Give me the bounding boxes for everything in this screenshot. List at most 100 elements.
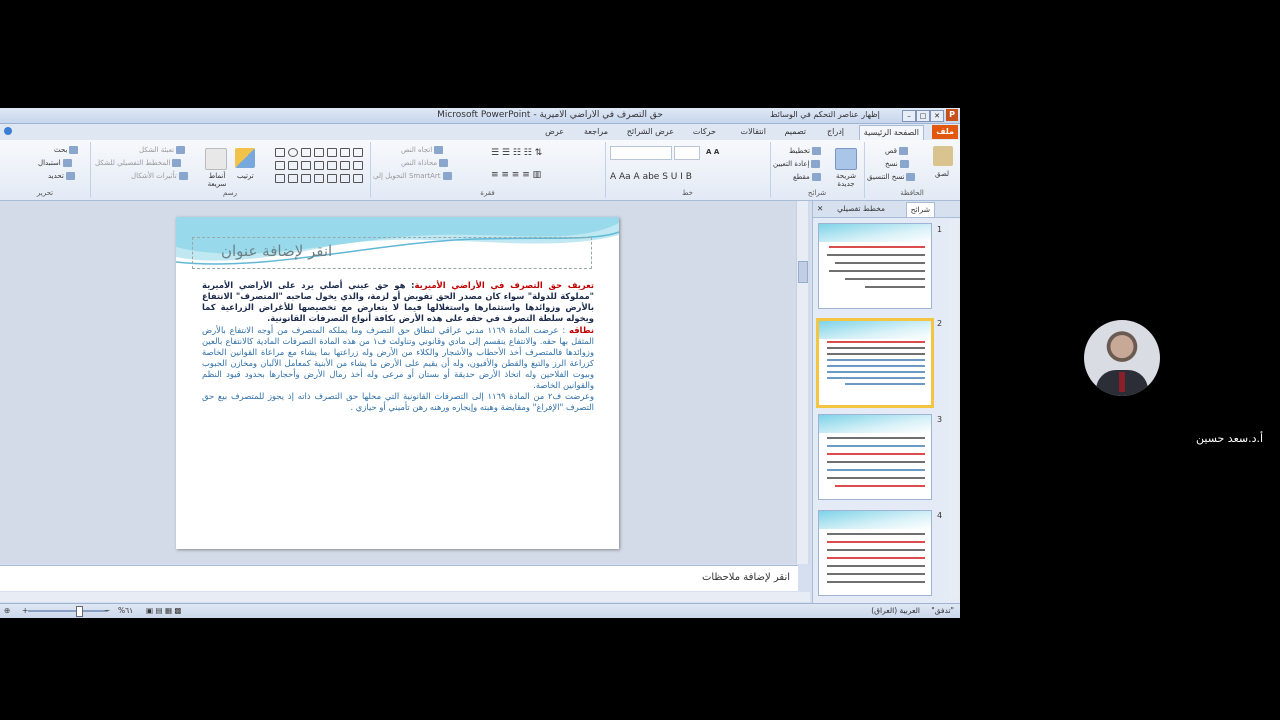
close-icon[interactable]: ✕ [930, 110, 944, 122]
language-indicator[interactable]: العربية (العراق) [871, 606, 920, 615]
tab-home[interactable]: الصفحة الرئيسية [858, 125, 924, 140]
drawing-label: رسم [223, 189, 237, 197]
thumb-number-2: 2 [937, 319, 943, 328]
zoom-slider[interactable] [28, 606, 108, 617]
align-text-button[interactable]: محاذاة النص [401, 159, 449, 167]
paragraph-definition: تعريف حق التصرف في الأراضي الأميرية: هو … [202, 280, 594, 324]
zoom-in-icon[interactable]: + [22, 606, 28, 615]
scope-heading: نطاقه [568, 325, 594, 335]
tab-insert[interactable]: إدراج [823, 125, 848, 139]
maximize-icon[interactable]: □ [916, 110, 930, 122]
title-placeholder[interactable]: انقر لإضافة عنوان [192, 237, 592, 269]
tab-transitions[interactable]: انتقالات [737, 125, 770, 139]
smartart-button[interactable]: التحويل إلى SmartArt [373, 172, 452, 180]
font-format-buttons[interactable]: A Aa A abe S U I B [610, 172, 692, 182]
select-button[interactable]: تحديد [48, 172, 75, 180]
smartart-label: التحويل إلى SmartArt [373, 172, 441, 180]
clipboard-group: لصق قص نسخ نسخ التنسيق الحافظة [864, 142, 959, 198]
text-direction-button[interactable]: اتجاه النص [401, 146, 444, 154]
tab-slides-panel[interactable]: شرائح [905, 202, 935, 217]
replace-label: استبدال [38, 159, 61, 167]
font-group: A A A Aa A abe S U I B خط [605, 142, 769, 198]
tab-outline-panel[interactable]: مخطط تفصيلي [837, 204, 885, 213]
tab-review[interactable]: مراجعة [580, 125, 612, 139]
scroll-thumb[interactable] [798, 261, 808, 283]
slide-thumbnail-3[interactable] [818, 414, 932, 500]
fill-icon [176, 146, 186, 154]
presenter-video [1084, 320, 1160, 396]
tab-animations[interactable]: حركات [689, 125, 720, 139]
effects-icon [178, 172, 188, 180]
shape-outline-button[interactable]: المخطط التفصيلي للشكل [95, 159, 182, 167]
grow-font-icon[interactable]: A A [706, 148, 719, 156]
align-buttons[interactable]: ≡ ≡ ≡ ≡ ▥ [491, 170, 541, 180]
scope-text: : عرضت المادة ١١٦٩ مدني عراقي لنطاق حق ا… [202, 325, 594, 390]
cut-button[interactable]: قص [885, 147, 908, 155]
copy-icon [899, 160, 909, 168]
select-label: تحديد [48, 172, 64, 180]
speaker-name: أ.د.سعد حسين [1196, 432, 1264, 445]
tab-slideshow[interactable]: عرض الشرائح [623, 125, 678, 139]
paste-icon[interactable] [933, 146, 953, 166]
tab-design[interactable]: تصميم [780, 125, 810, 139]
quick-styles-button[interactable]: أنماط سريعة [203, 172, 231, 188]
shape-effects-button[interactable]: تأثيرات الأشكال [131, 172, 188, 180]
layout-button[interactable]: تخطيط [789, 147, 821, 155]
minimize-icon[interactable]: – [902, 110, 916, 122]
zoom-level[interactable]: %٦١ [118, 606, 133, 615]
close-panel-icon[interactable]: ✕ [817, 204, 823, 213]
paragraph-legal-acts: وعرضت ف٢ من المادة ١١٦٩ إلى التصرفات الق… [202, 391, 594, 412]
slide-thumbnail-2[interactable] [816, 318, 934, 408]
help-icon[interactable] [4, 127, 12, 135]
new-slide-button[interactable]: شريحة جديدة [831, 172, 861, 188]
find-button[interactable]: بحث [54, 146, 79, 154]
cursor-icon [65, 172, 75, 180]
quick-styles-icon[interactable] [205, 148, 227, 170]
horizontal-scrollbar[interactable] [0, 592, 810, 602]
shapes-gallery[interactable] [273, 146, 363, 186]
fit-to-window-icon[interactable]: ⊕ [4, 606, 10, 615]
view-buttons[interactable]: ▣ ▤ ▦ ▩ [146, 606, 182, 615]
window-title: Microsoft PowerPoint - حق التصرف في الأر… [437, 110, 663, 120]
reset-button[interactable]: إعادة التعيين [773, 160, 821, 168]
shape-fill-label: تعبئة الشكل [139, 146, 175, 154]
slide-vertical-scrollbar[interactable] [796, 201, 808, 564]
title-bar: ✕ □ – Microsoft PowerPoint - حق التصرف ف… [0, 108, 960, 124]
panel-scrollbar[interactable] [949, 219, 959, 599]
slides-panel: شرائح مخطط تفصيلي ✕ 1 2 3 4 [812, 201, 960, 603]
shape-fill-button[interactable]: تعبئة الشكل [139, 146, 186, 154]
notes-placeholder: انقر لإضافة ملاحظات [701, 572, 790, 583]
tab-file[interactable]: ملف [932, 125, 958, 139]
slide-thumbnail-4[interactable] [818, 510, 932, 596]
panel-tabs: شرائح مخطط تفصيلي ✕ [813, 201, 960, 218]
section-label: مقطع [793, 173, 810, 181]
editing-group: بحث استبدال تحديد تحرير [2, 142, 88, 198]
replace-icon [62, 159, 72, 167]
slide-body-text[interactable]: تعريف حق التصرف في الأراضي الأميرية: هو … [202, 280, 594, 413]
font-name-input[interactable] [610, 146, 672, 160]
zoom-slider-thumb[interactable] [76, 606, 83, 617]
section-button[interactable]: مقطع [793, 173, 821, 181]
media-controls-tab[interactable]: إظهار عناصر التحكم في الوسائط [770, 110, 880, 119]
current-slide[interactable]: انقر لإضافة عنوان تعريف حق التصرف في الأ… [176, 217, 619, 549]
paragraph-group: ☰ ☰ ☷ ☷ ⇅ ≡ ≡ ≡ ≡ ▥ اتجاه النص محاذاة ال… [370, 142, 604, 198]
paste-button[interactable]: لصق [935, 170, 949, 178]
cut-label: قص [885, 147, 897, 155]
thumb-number-4: 4 [937, 511, 943, 520]
font-size-input[interactable] [674, 146, 700, 160]
arrange-button[interactable]: ترتيب [237, 172, 254, 180]
slide-thumbnail-1[interactable] [818, 223, 932, 309]
format-painter-button[interactable]: نسخ التنسيق [867, 173, 916, 181]
zoom-out-icon[interactable]: − [104, 606, 110, 615]
tab-view[interactable]: عرض [541, 125, 568, 139]
section-icon [811, 173, 821, 181]
arrange-icon[interactable] [235, 148, 255, 168]
theme-name: "تدفق" [931, 606, 954, 615]
copy-button[interactable]: نسخ [885, 160, 909, 168]
reset-icon [811, 160, 821, 168]
notes-pane[interactable]: انقر لإضافة ملاحظات [0, 565, 798, 591]
new-slide-icon[interactable] [835, 148, 857, 170]
editing-label: تحرير [36, 189, 54, 197]
replace-button[interactable]: استبدال [38, 159, 72, 167]
list-buttons[interactable]: ☰ ☰ ☷ ☷ ⇅ [491, 148, 542, 158]
